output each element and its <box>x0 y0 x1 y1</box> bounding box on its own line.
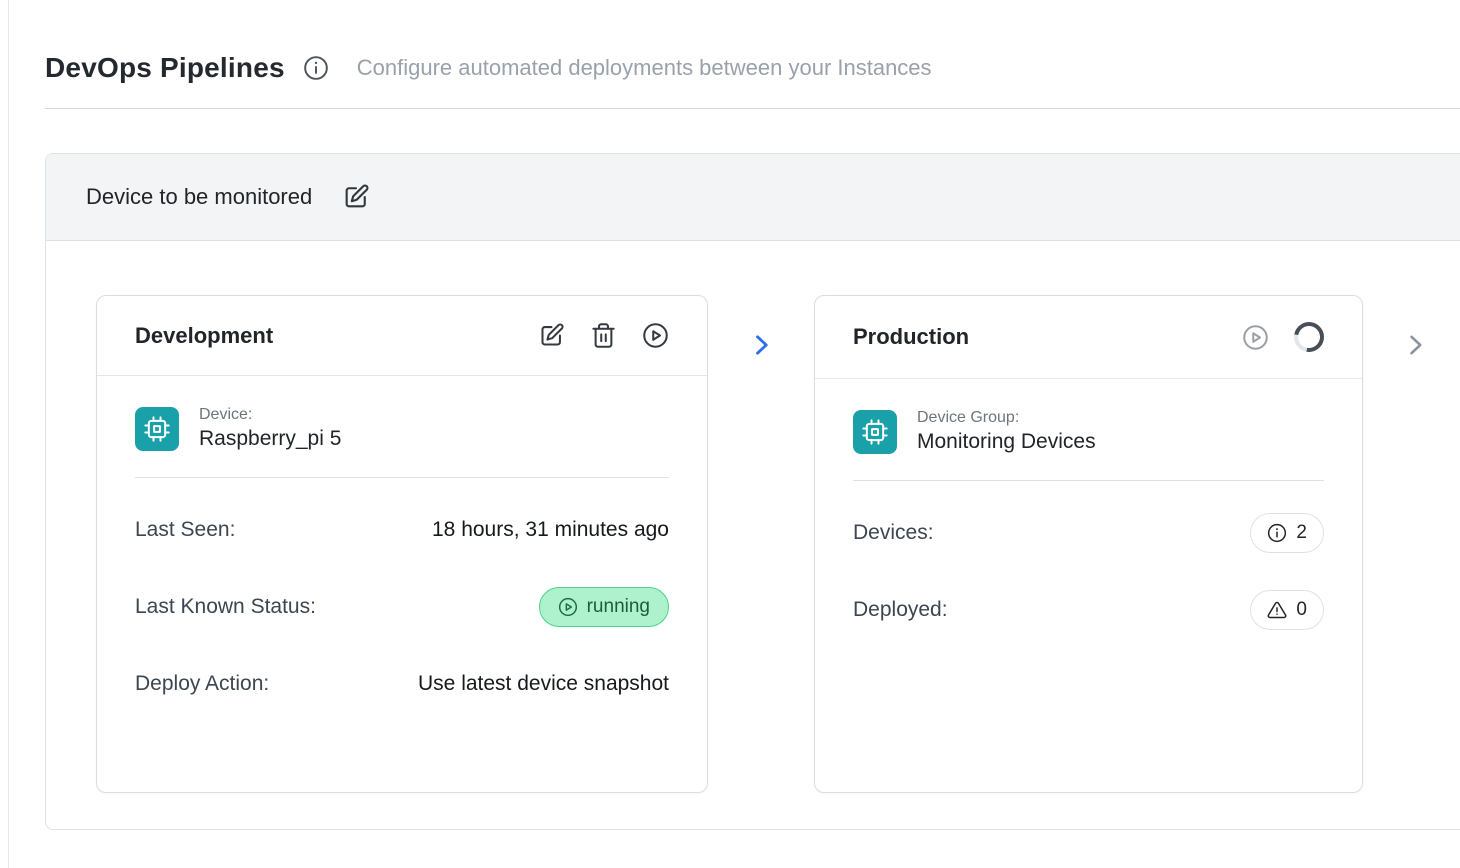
pipeline-panel: Device to be monitored Development <box>45 153 1460 830</box>
panel-next-arrow[interactable] <box>1401 331 1429 364</box>
devops-pipelines-page: DevOps Pipelines Configure automated dep… <box>0 0 1460 868</box>
development-card-title: Development <box>135 323 273 349</box>
production-card-body: Device Group: Monitoring Devices Devices… <box>815 379 1362 667</box>
production-card-title: Production <box>853 324 969 350</box>
status-label: Last Known Status: <box>135 595 316 619</box>
device-group-row: Device Group: Monitoring Devices <box>853 409 1324 454</box>
last-seen-value: 18 hours, 31 minutes ago <box>432 518 669 542</box>
development-card-actions <box>538 322 669 349</box>
status-value: running <box>587 596 650 618</box>
device-info: Device: Raspberry_pi 5 <box>199 406 341 451</box>
warning-triangle-icon <box>1267 600 1287 620</box>
device-group-name: Monitoring Devices <box>917 430 1096 454</box>
deployed-label: Deployed: <box>853 598 948 622</box>
production-card-header: Production <box>815 296 1362 379</box>
cpu-chip-icon <box>135 407 179 451</box>
delete-icon[interactable] <box>590 322 617 349</box>
devices-count-badge[interactable]: 2 <box>1250 513 1324 553</box>
production-card: Production <box>814 295 1363 793</box>
devices-count: 2 <box>1296 522 1307 544</box>
info-circle-icon <box>1267 523 1287 543</box>
page-title: DevOps Pipelines <box>45 52 285 84</box>
deployed-row: Deployed: 0 <box>853 588 1324 631</box>
pipeline-panel-body: Development <box>46 241 1460 829</box>
status-badge: running <box>539 587 669 627</box>
device-group-info: Device Group: Monitoring Devices <box>917 409 1096 454</box>
development-card: Development <box>96 295 708 793</box>
last-seen-row: Last Seen: 18 hours, 31 minutes ago <box>135 508 669 551</box>
header-divider <box>45 108 1460 109</box>
status-row: Last Known Status: running <box>135 585 669 628</box>
card-divider <box>135 477 669 478</box>
card-divider <box>853 480 1324 481</box>
production-card-actions <box>1242 322 1324 352</box>
device-label: Device: <box>199 406 341 424</box>
devices-row: Devices: 2 <box>853 511 1324 554</box>
cpu-chip-icon <box>853 410 897 454</box>
devices-label: Devices: <box>853 521 934 545</box>
device-row: Device: Raspberry_pi 5 <box>135 406 669 451</box>
pipeline-panel-header: Device to be monitored <box>46 154 1460 241</box>
info-icon[interactable] <box>303 55 329 81</box>
deployed-count: 0 <box>1296 599 1307 621</box>
device-group-label: Device Group: <box>917 409 1096 427</box>
deployed-count-badge[interactable]: 0 <box>1250 590 1324 630</box>
run-icon-disabled <box>1242 324 1269 351</box>
pipeline-flow-arrow <box>708 331 814 359</box>
play-circle-icon <box>558 597 578 617</box>
page-header: DevOps Pipelines Configure automated dep… <box>45 52 1460 84</box>
edit-icon[interactable] <box>538 322 565 349</box>
run-icon[interactable] <box>642 322 669 349</box>
loading-spinner-icon <box>1288 316 1330 358</box>
last-seen-label: Last Seen: <box>135 518 235 542</box>
edit-pipeline-icon[interactable] <box>342 183 370 211</box>
page-subtitle: Configure automated deployments between … <box>357 55 932 81</box>
deploy-action-value: Use latest device snapshot <box>418 672 669 696</box>
pipeline-panel-title: Device to be monitored <box>86 184 312 210</box>
deploy-action-row: Deploy Action: Use latest device snapsho… <box>135 662 669 705</box>
deploy-action-label: Deploy Action: <box>135 672 269 696</box>
device-name: Raspberry_pi 5 <box>199 427 341 451</box>
chevron-right-icon <box>747 331 775 359</box>
development-card-body: Device: Raspberry_pi 5 Last Seen: 18 hou… <box>97 376 707 741</box>
development-card-header: Development <box>97 296 707 376</box>
chevron-right-icon <box>1401 331 1429 359</box>
